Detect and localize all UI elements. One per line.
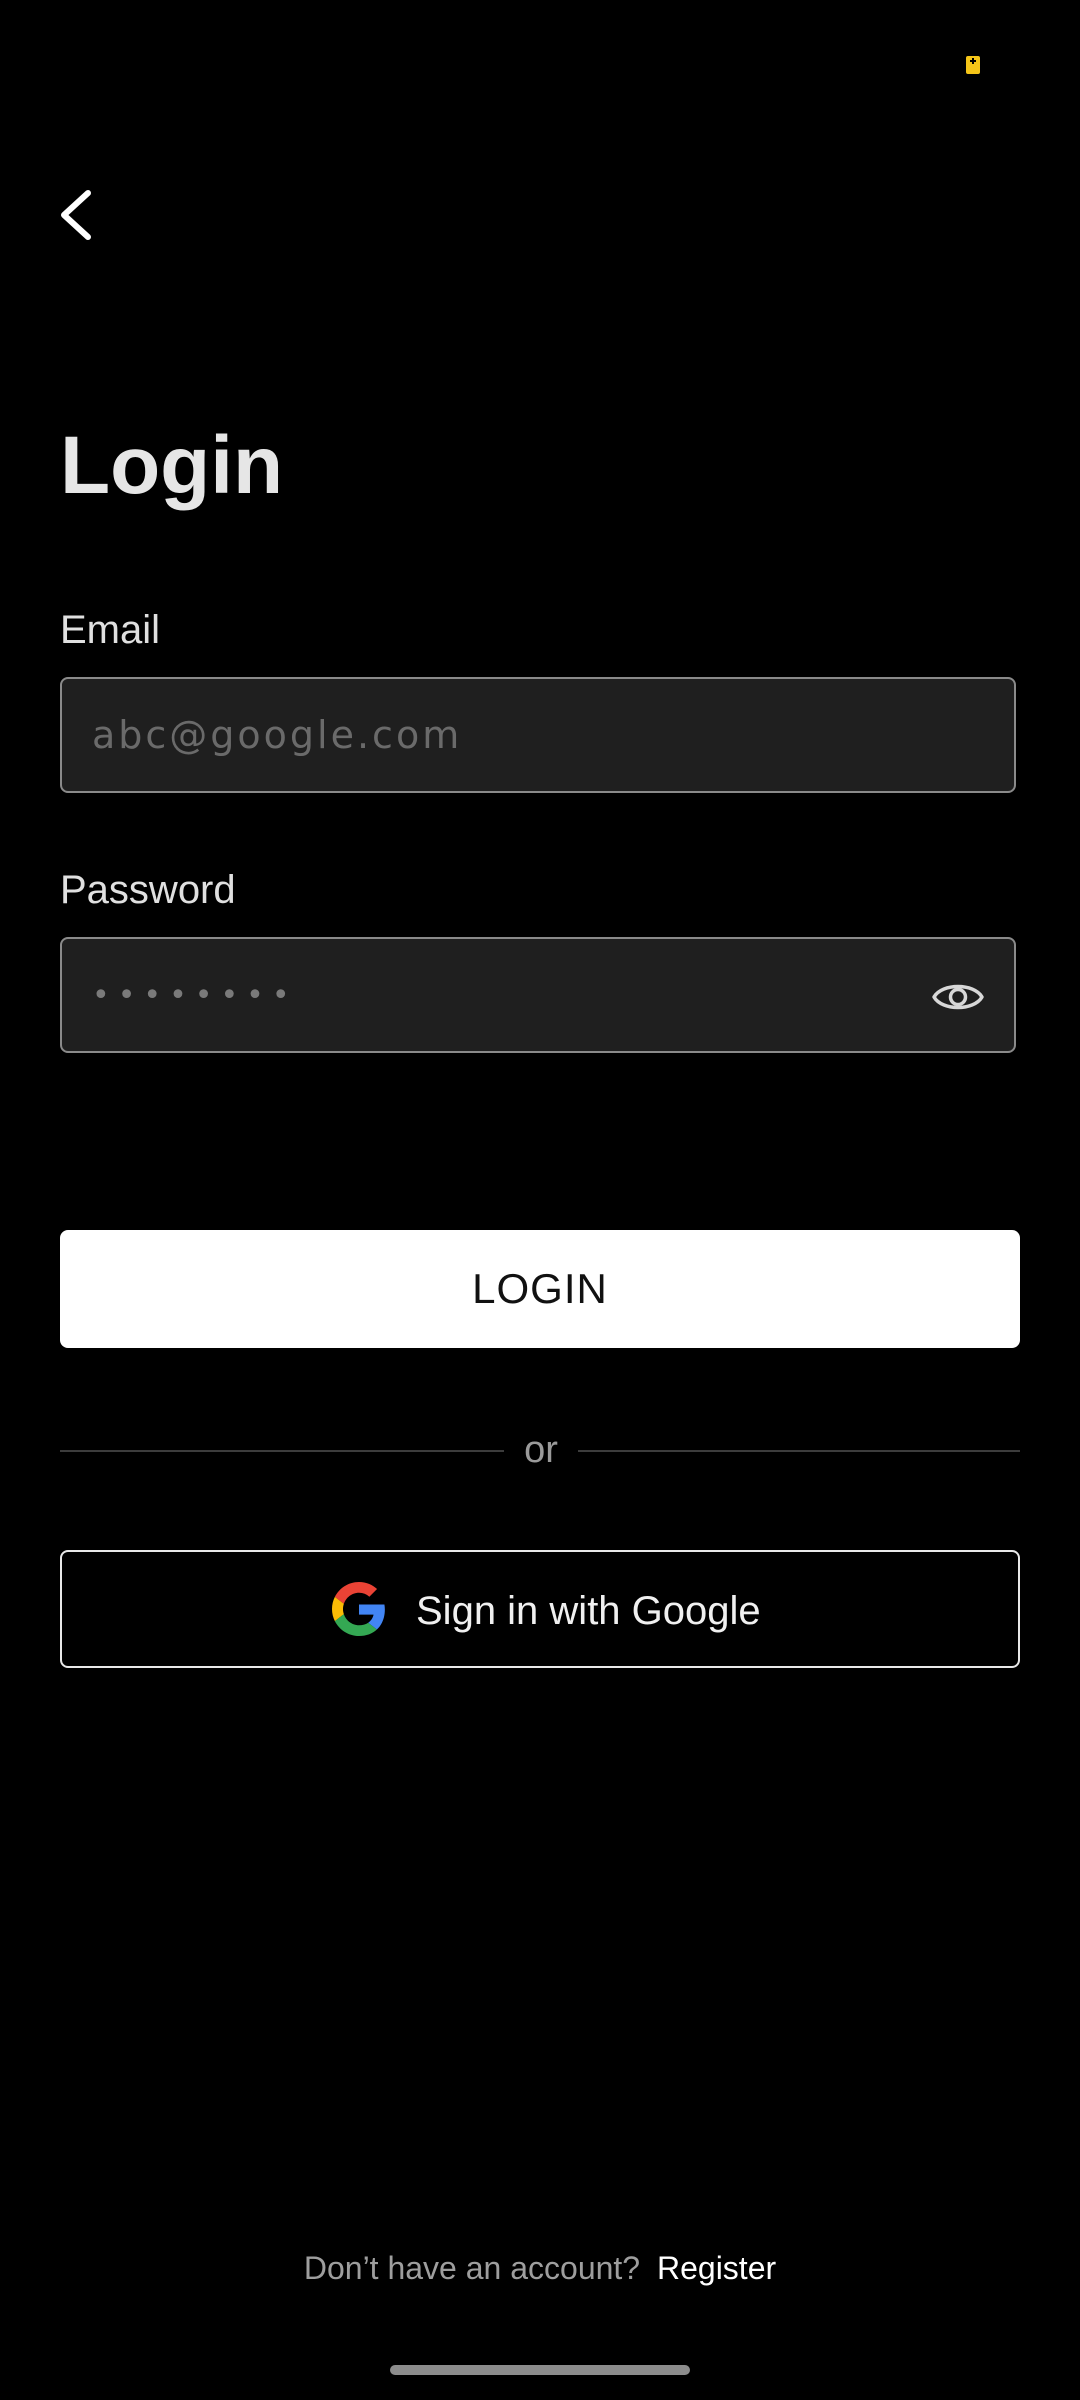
battery-charging-icon <box>966 56 980 74</box>
status-bar <box>0 0 1080 110</box>
register-prompt: Don’t have an account? <box>303 2250 641 2286</box>
eye-icon <box>932 984 984 1010</box>
back-button[interactable] <box>50 175 110 255</box>
divider-line-right <box>578 1450 1020 1452</box>
page-title: Login <box>60 420 284 511</box>
chevron-left-icon <box>61 190 91 240</box>
password-label: Password <box>60 868 236 912</box>
register-row: Don’t have an account? Register <box>0 2248 1080 2288</box>
google-sign-in-label: Sign in with Google <box>416 1589 761 1633</box>
register-link[interactable]: Register <box>657 2250 776 2286</box>
google-icon <box>332 1582 385 1636</box>
home-indicator[interactable] <box>390 2365 690 2375</box>
password-field[interactable] <box>62 939 1014 1051</box>
password-field-container <box>60 937 1016 1053</box>
divider-text: or <box>524 1429 558 1471</box>
email-field-container <box>60 677 1016 793</box>
google-sign-in-button[interactable]: Sign in with Google <box>60 1550 1020 1668</box>
divider-line-left <box>60 1450 504 1452</box>
email-field[interactable] <box>62 679 1014 791</box>
email-label: Email <box>60 608 161 652</box>
show-password-button[interactable] <box>930 969 986 1025</box>
login-button[interactable]: LOGIN <box>60 1230 1020 1348</box>
